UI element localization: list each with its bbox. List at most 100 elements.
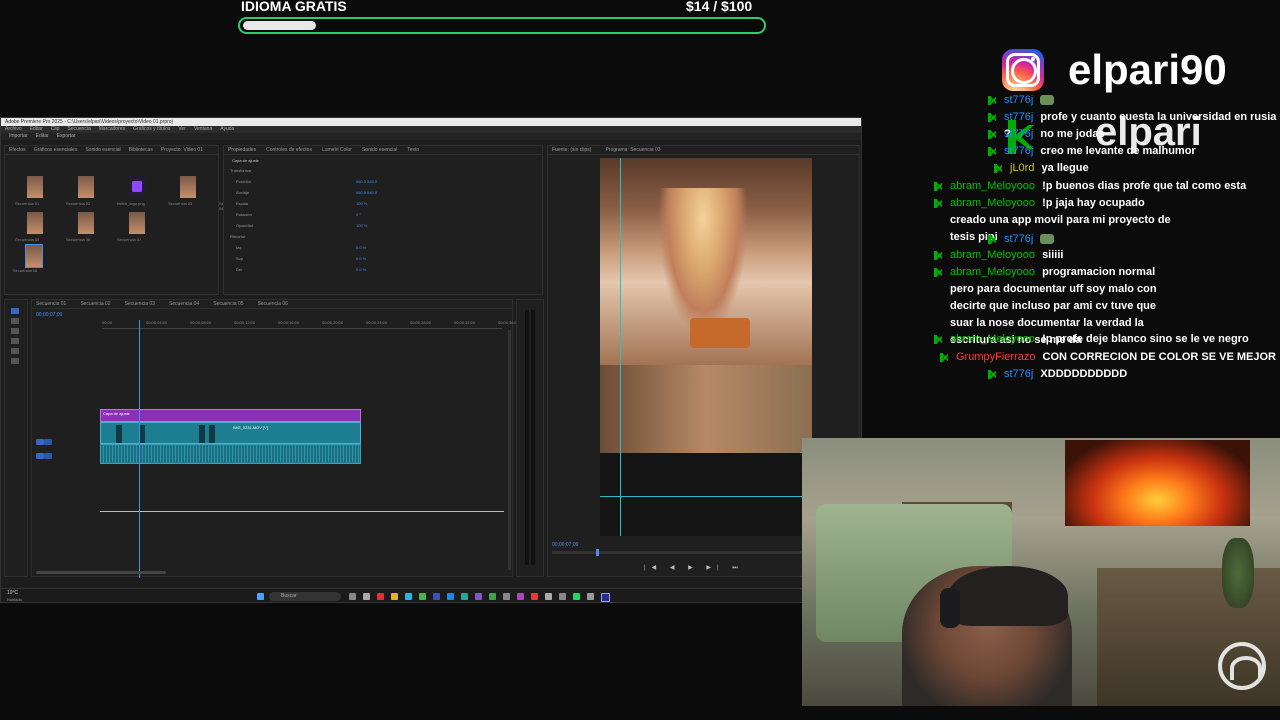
chat-username[interactable]: st776j [1004,94,1033,106]
app-icon[interactable] [475,593,482,600]
chrome-icon[interactable] [419,593,426,600]
property-value[interactable]: 0.0 % [356,256,366,261]
taskbar-search[interactable]: Buscar [269,592,341,601]
chat-username[interactable]: st776j [1004,128,1033,140]
pen-tool-icon[interactable] [11,348,19,354]
app-icon[interactable] [503,593,510,600]
property-value[interactable]: 0 ° [356,212,361,217]
chat-username[interactable]: st776j [1004,145,1033,157]
monitor-tab[interactable]: Programa: Secuencia 03 [605,147,660,153]
monitor-tab[interactable]: Fuente: (sin clips) [552,147,591,153]
chat-username[interactable]: jL0rd [1010,162,1034,174]
property-value[interactable]: 100 % [356,201,367,206]
chat-username[interactable]: abram_Meloyooo [950,197,1035,209]
property-value[interactable]: 100 % [356,223,367,228]
text-tool-icon[interactable] [11,358,19,364]
program-playhead[interactable] [596,549,599,556]
project-thumbnail-label: Secuencia 08 [13,268,38,273]
project-thumbnail[interactable] [180,176,196,198]
app-icon[interactable] [559,593,566,600]
widgets-icon[interactable] [363,593,370,600]
app-icon[interactable] [461,593,468,600]
property-value[interactable]: 960.0 540.0 [356,179,377,184]
selection-tool-icon[interactable] [11,308,19,314]
app-icon[interactable] [545,593,552,600]
chat-separator [1034,162,1041,174]
edge-icon[interactable] [405,593,412,600]
menu-item[interactable]: Marcadores [99,126,125,132]
properties-tab[interactable]: Sonido esencial [362,147,397,153]
timeline-playhead[interactable] [139,320,140,578]
webcam-streamer-hair [948,566,1068,626]
chat-username[interactable]: GrumpyFierrazo [956,351,1035,363]
track-select-tool-icon[interactable] [11,318,19,324]
razor-tool-icon[interactable] [11,338,19,344]
sequence-tab[interactable]: Secuencia 04 [169,301,199,307]
project-thumbnail[interactable] [25,244,43,268]
menu-item[interactable]: Archivo [5,126,22,132]
timeline-hscrollbar[interactable] [36,571,166,574]
chat-username[interactable]: st776j [1004,368,1033,380]
transport-controls[interactable]: |◀ ◀ ▶ ▶| ⏭ [644,564,744,572]
app-icon[interactable] [489,593,496,600]
chat-username[interactable]: st776j [1004,233,1033,245]
project-thumbnail[interactable] [27,176,43,198]
app-icon[interactable] [531,593,538,600]
sequence-tab[interactable]: Secuencia 01 [36,301,66,307]
properties-tab[interactable]: Lumetri Color [322,147,352,153]
menu-item[interactable]: Secuencia [67,126,90,132]
project-tab[interactable]: Sonido esencial [85,147,120,153]
sequence-tab[interactable]: Secuencia 06 [258,301,288,307]
app-icon[interactable] [377,593,384,600]
clip-edit-marker [209,425,215,443]
sequence-tab[interactable]: Secuencia 03 [125,301,155,307]
track-a1-head[interactable] [36,453,44,459]
menu-item[interactable]: Editar [30,126,43,132]
project-tab[interactable]: Bibliotecas [129,147,153,153]
properties-tab[interactable]: Texto [407,147,419,153]
menu-item[interactable]: Ayuda [220,126,234,132]
twitch-logo-thumbnail[interactable] [129,176,145,198]
timeline-vscrollbar[interactable] [508,330,511,570]
property-value[interactable]: 0.0 % [356,267,366,272]
chat-username[interactable]: abram_Meloyooo [950,266,1035,278]
menu-item[interactable]: Clip [51,126,60,132]
chat-username[interactable]: abram_Meloyooo [950,249,1035,261]
property-value[interactable]: 0.0 % [356,245,366,250]
explorer-icon[interactable] [391,593,398,600]
project-thumbnail[interactable] [78,212,94,234]
menu-item[interactable]: Ventana [194,126,212,132]
whatsapp-icon[interactable] [573,593,580,600]
project-tab[interactable]: Gráficos esenciales [34,147,78,153]
sequence-tab[interactable]: Secuencia 05 [213,301,243,307]
project-thumbnail[interactable] [27,212,43,234]
menu-item[interactable]: Gráficos y títulos [133,126,170,132]
track-a1-target[interactable] [44,453,52,459]
properties-tab[interactable]: Controles de efectos [266,147,312,153]
app-icon[interactable] [587,593,594,600]
chat-username[interactable]: st776j [1004,111,1033,123]
start-icon[interactable] [257,593,264,600]
taskview-icon[interactable] [349,593,356,600]
workspace-tab[interactable]: Exportar [57,133,76,139]
sequence-tab[interactable]: Secuencia 02 [80,301,110,307]
tools-panel [4,299,28,577]
project-thumbnail[interactable] [78,176,94,198]
app-icon[interactable] [433,593,440,600]
ripple-tool-icon[interactable] [11,328,19,334]
track-v1-target[interactable] [44,439,52,445]
project-thumbnail[interactable] [129,212,145,234]
chat-username[interactable]: abram_Meloyooo [950,180,1035,192]
property-value[interactable]: 960.0 540.0 [356,190,377,195]
app-icon[interactable] [447,593,454,600]
properties-tab[interactable]: Propiedades [228,147,256,153]
app-icon[interactable] [517,593,524,600]
workspace-tab[interactable]: Importar [9,133,28,139]
chat-username[interactable]: abram_Meloyooo [950,333,1035,345]
workspace-tab[interactable]: Editar [36,133,49,139]
project-tab[interactable]: Efectos [9,147,26,153]
menu-item[interactable]: Ver [178,126,186,132]
track-v1-head[interactable] [36,439,44,445]
premiere-taskbar-icon[interactable] [601,593,610,602]
project-tab[interactable]: Proyecto: Video 01 [161,147,203,153]
